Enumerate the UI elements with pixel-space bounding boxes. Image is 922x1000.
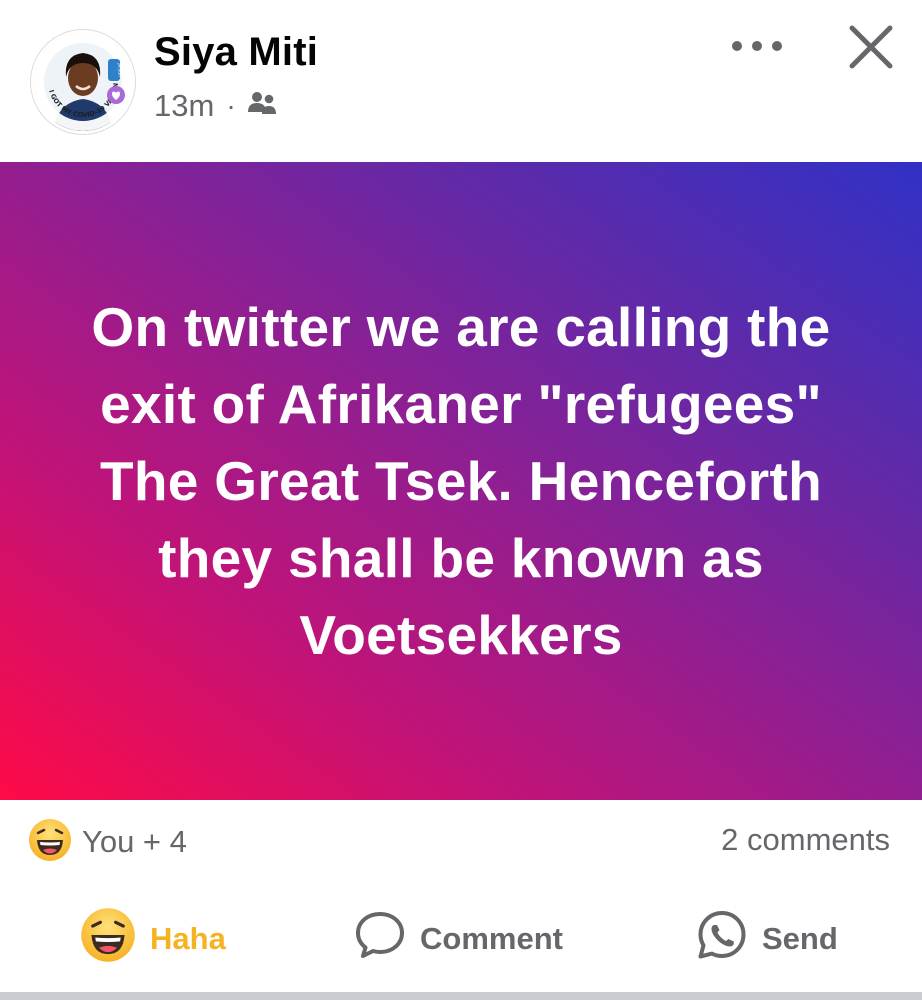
reactions-label: You + 4 xyxy=(82,824,187,859)
close-icon xyxy=(848,24,894,75)
post-summary: You + 4 2 comments xyxy=(0,800,922,890)
comment-bubble-icon xyxy=(354,910,406,968)
reactions-summary[interactable]: You + 4 xyxy=(28,818,187,867)
comment-button[interactable]: Comment xyxy=(354,910,563,968)
post-body-text: On twitter we are calling the exit of Af… xyxy=(91,295,831,666)
more-options-button[interactable] xyxy=(726,20,788,76)
post-screen: I GOT MY COVID-19 VACCINE unicef Siya Mi… xyxy=(0,0,922,1000)
friends-icon xyxy=(247,88,278,124)
more-dots-icon xyxy=(731,39,783,57)
comment-label: Comment xyxy=(420,921,563,956)
author-name[interactable]: Siya Miti xyxy=(154,30,318,75)
avatar-image: I GOT MY COVID-19 VACCINE unicef xyxy=(34,33,132,131)
post-background: On twitter we are calling the exit of Af… xyxy=(0,162,922,800)
post-meta: 13m · xyxy=(154,86,278,126)
send-button[interactable]: Send xyxy=(696,910,838,968)
haha-reaction-button[interactable]: Haha xyxy=(80,907,226,971)
post-time[interactable]: 13m xyxy=(154,88,214,124)
post-header: I GOT MY COVID-19 VACCINE unicef Siya Mi… xyxy=(0,0,922,162)
haha-label: Haha xyxy=(150,921,226,956)
send-label: Send xyxy=(762,921,838,956)
action-bar: Haha Comment Send xyxy=(0,896,922,984)
comments-count[interactable]: 2 comments xyxy=(721,822,890,858)
meta-separator: · xyxy=(226,90,236,121)
close-button[interactable] xyxy=(838,16,904,82)
haha-emoji-icon xyxy=(28,818,72,867)
avatar-badge-text: unicef xyxy=(117,63,123,77)
whatsapp-send-icon xyxy=(696,909,748,969)
bottom-divider xyxy=(0,992,922,1000)
haha-emoji-icon xyxy=(80,907,136,971)
avatar[interactable]: I GOT MY COVID-19 VACCINE unicef xyxy=(31,30,135,134)
